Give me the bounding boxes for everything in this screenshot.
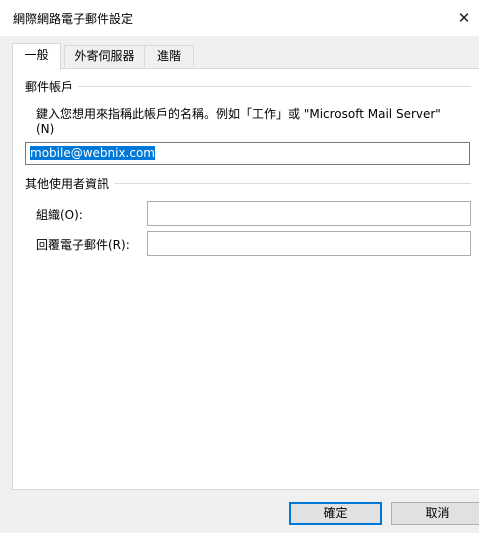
close-button[interactable]: ✕ (449, 0, 479, 36)
general-tab-panel: 郵件帳戶 鍵入您想用來指稱此帳戶的名稱。例如「工作」或 "Microsoft M… (12, 68, 479, 490)
account-name-input[interactable]: mobile@webnix.com (25, 142, 470, 165)
organization-input[interactable] (147, 201, 471, 226)
mail-account-group-label: 郵件帳戶 (25, 78, 79, 95)
ok-button-label: 確定 (323, 506, 348, 520)
account-name-selected-value: mobile@webnix.com (30, 146, 155, 160)
tab-advanced[interactable]: 進階 (144, 45, 194, 67)
tab-outgoing-server[interactable]: 外寄伺服器 (64, 45, 145, 67)
tab-outgoing-server-label: 外寄伺服器 (74, 49, 135, 63)
cancel-button[interactable]: 取消 (391, 502, 479, 525)
cancel-button-label: 取消 (425, 506, 450, 520)
mail-account-group-divider (25, 86, 471, 87)
tab-general[interactable]: 一般 (12, 43, 61, 70)
tab-general-label: 一般 (24, 48, 49, 62)
reply-email-input[interactable] (147, 231, 471, 256)
account-name-description: 鍵入您想用來指稱此帳戶的名稱。例如「工作」或 "Microsoft Mail S… (36, 107, 441, 136)
organization-label: 組織(O): (36, 208, 83, 222)
window-title: 網際網路電子郵件設定 (13, 12, 134, 26)
close-icon: ✕ (457, 9, 471, 27)
other-user-info-group-label: 其他使用者資訊 (25, 175, 115, 192)
title-bar: 網際網路電子郵件設定 ✕ (0, 0, 479, 36)
internet-email-settings-dialog: 網際網路電子郵件設定 ✕ 一般 外寄伺服器 進階 郵件帳戶 鍵入您想用來指稱此帳… (0, 0, 479, 533)
reply-email-label: 回覆電子郵件(R): (36, 238, 130, 252)
ok-button[interactable]: 確定 (289, 502, 382, 525)
tab-advanced-label: 進階 (156, 49, 181, 63)
